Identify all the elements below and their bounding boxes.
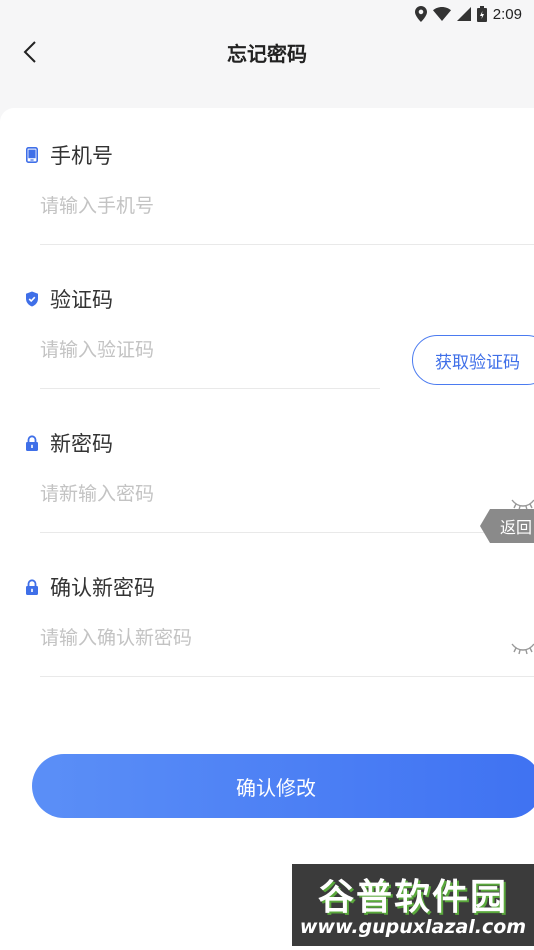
battery-icon	[476, 6, 487, 22]
shield-check-icon	[24, 291, 40, 307]
watermark-url: www.gupuxlazal.com	[299, 916, 527, 938]
code-label: 验证码	[50, 288, 113, 312]
new-password-input[interactable]	[40, 476, 460, 512]
status-bar: 2:09	[0, 0, 534, 28]
nav-bar: 忘记密码	[0, 28, 534, 76]
confirm-password-input[interactable]	[40, 620, 460, 656]
watermark-title: 谷普软件园	[317, 877, 508, 918]
floating-back-button[interactable]: 返回	[480, 509, 534, 543]
phone-input[interactable]	[40, 188, 510, 224]
status-time: 2:09	[492, 5, 522, 23]
eye-closed-icon[interactable]	[510, 640, 534, 656]
phone-label: 手机号	[50, 144, 113, 168]
confirm-password-divider	[40, 676, 534, 677]
phone-divider	[40, 244, 534, 245]
floating-back-label: 返回	[500, 518, 533, 537]
code-divider	[40, 388, 380, 389]
confirm-change-button[interactable]: 确认修改	[32, 754, 534, 818]
signal-icon	[456, 7, 471, 21]
new-password-divider	[40, 532, 534, 533]
new-password-label: 新密码	[50, 432, 113, 456]
get-code-button[interactable]: 获取验证码	[412, 335, 534, 385]
lock-icon	[24, 435, 40, 451]
code-label-row: 验证码	[24, 284, 113, 314]
lock-icon	[24, 579, 40, 595]
new-password-label-row: 新密码	[24, 428, 113, 458]
phone-icon	[24, 147, 40, 163]
wifi-icon	[432, 7, 451, 21]
confirm-password-label: 确认新密码	[50, 576, 155, 600]
form-card: 手机号 验证码 获取验证码 新密码	[0, 108, 534, 950]
code-input[interactable]	[40, 332, 370, 368]
confirm-password-label-row: 确认新密码	[24, 572, 155, 602]
status-indicators: 2:09	[414, 3, 522, 25]
phone-label-row: 手机号	[24, 140, 113, 170]
page-title: 忘记密码	[227, 42, 307, 66]
watermark-logo: 谷普软件园 www.gupuxlazal.com	[292, 864, 534, 946]
location-icon	[414, 6, 427, 22]
